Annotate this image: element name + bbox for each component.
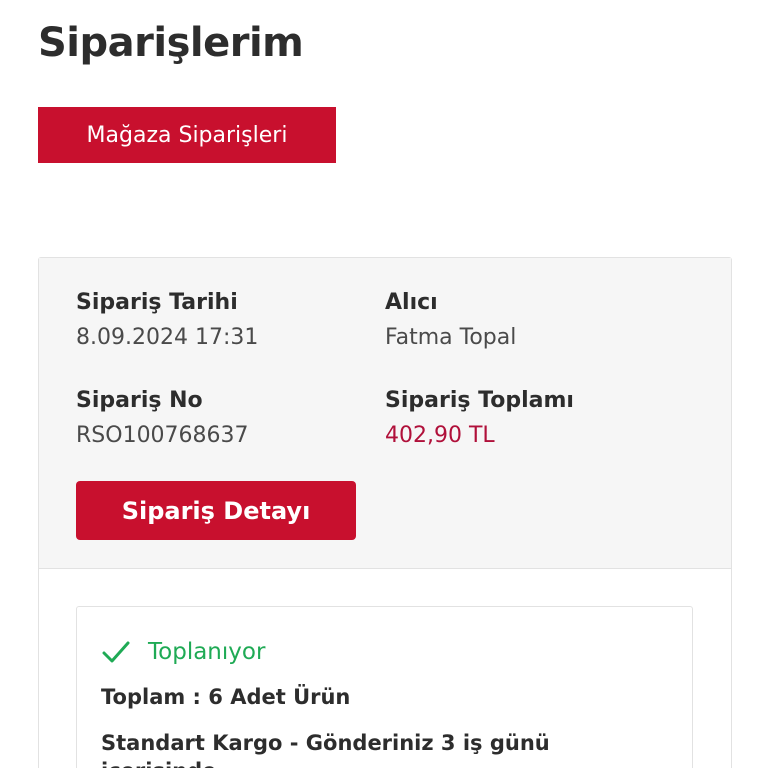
check-icon [101, 637, 131, 667]
order-total-label: Sipariş Toplamı [385, 388, 574, 413]
status-text: Toplanıyor [148, 639, 266, 665]
store-orders-button[interactable]: Mağaza Siparişleri [38, 107, 336, 163]
shipping-note: Standart Kargo - Gönderiniz 3 iş günü iç… [101, 731, 550, 768]
order-total-value: 402,90 TL [385, 423, 495, 448]
page-title: Siparişlerim [38, 20, 304, 66]
order-card: Sipariş Tarihi 8.09.2024 17:31 Alıcı Fat… [38, 257, 732, 768]
recipient-label: Alıcı [385, 290, 438, 315]
order-number-value: RSO100768637 [76, 423, 249, 448]
order-number-label: Sipariş No [76, 388, 203, 413]
total-items-text: Toplam : 6 Adet Ürün [101, 685, 351, 709]
order-date-label: Sipariş Tarihi [76, 290, 238, 315]
recipient-value: Fatma Topal [385, 325, 517, 350]
order-detail-button[interactable]: Sipariş Detayı [76, 481, 356, 540]
shipment-status-box: Toplanıyor Toplam : 6 Adet Ürün Standart… [76, 606, 693, 768]
order-date-value: 8.09.2024 17:31 [76, 325, 259, 350]
orders-page: Siparişlerim Mağaza Siparişleri Sipariş … [0, 0, 768, 768]
order-total-field: Sipariş Toplamı 402,90 TL [385, 387, 574, 450]
recipient-field: Alıcı Fatma Topal [385, 289, 516, 352]
order-number-field: Sipariş No RSO100768637 [76, 387, 249, 450]
order-summary: Sipariş Tarihi 8.09.2024 17:31 Alıcı Fat… [39, 258, 731, 569]
order-date-field: Sipariş Tarihi 8.09.2024 17:31 [76, 289, 258, 352]
status-row: Toplanıyor [101, 637, 265, 667]
